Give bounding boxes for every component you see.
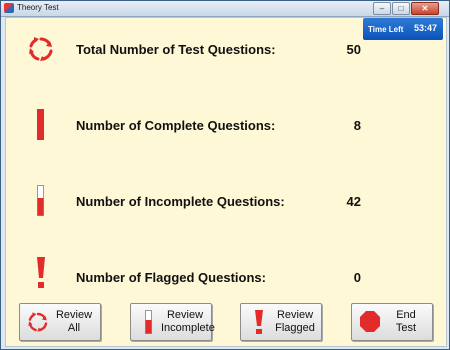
stat-row-incomplete: Number of Incomplete Questions: 42 (6, 184, 446, 218)
end-test-label: End Test (382, 309, 430, 335)
time-left-value: 53:47 (413, 23, 437, 33)
review-incomplete-button[interactable]: Review Incomplete (130, 303, 215, 341)
stat-label-incomplete: Number of Incomplete Questions: (76, 194, 285, 209)
refresh-icon (26, 34, 56, 64)
button-label-line2: Incomplete (161, 322, 215, 334)
maximize-button[interactable]: □ (392, 2, 410, 15)
button-label-line2: All (67, 322, 81, 334)
review-all-button[interactable]: Review All (19, 303, 101, 341)
review-flagged-button[interactable]: Review Flagged (240, 303, 322, 341)
minimize-button[interactable]: – (373, 2, 391, 15)
complete-bar-icon (26, 108, 56, 142)
stat-value-incomplete: 42 (346, 194, 361, 209)
end-test-button[interactable]: End Test (351, 303, 433, 341)
time-left-label: Time Left (368, 25, 404, 34)
button-label-line1: Review (276, 309, 314, 321)
button-label-line1: End (396, 309, 416, 321)
exclamation-icon (247, 309, 271, 335)
stop-octagon-icon (358, 309, 382, 335)
review-all-label: Review All (50, 309, 98, 335)
stat-value-complete: 8 (353, 118, 361, 133)
app-window: Theory Test – □ ✕ Time Left 53:47 Total … (0, 0, 450, 350)
title-bar: Theory Test – □ ✕ (1, 1, 449, 17)
close-button[interactable]: ✕ (411, 2, 439, 15)
button-label-line1: Review (55, 309, 93, 321)
review-flagged-label: Review Flagged (271, 309, 319, 335)
refresh-icon (26, 309, 50, 335)
button-label-line2: Flagged (275, 322, 315, 334)
exclamation-icon (26, 256, 56, 290)
stat-row-flagged: Number of Flagged Questions: 0 (6, 256, 446, 290)
incomplete-bar-icon (137, 309, 161, 335)
incomplete-bar-icon (26, 184, 56, 218)
button-label-line1: Review (166, 309, 204, 321)
stat-row-total: Total Number of Test Questions: 50 (6, 34, 446, 64)
summary-panel: Time Left 53:47 Total Number of Test Que… (5, 17, 447, 347)
stat-value-flagged: 0 (353, 270, 361, 285)
app-logo-icon (4, 3, 14, 13)
stat-label-flagged: Number of Flagged Questions: (76, 270, 266, 285)
stat-row-complete: Number of Complete Questions: 8 (6, 108, 446, 142)
stat-label-total: Total Number of Test Questions: (76, 42, 276, 57)
button-label-line2: Test (395, 322, 417, 334)
review-incomplete-label: Review Incomplete (161, 309, 215, 335)
stat-value-total: 50 (346, 42, 361, 57)
window-title: Theory Test (17, 3, 59, 12)
stat-label-complete: Number of Complete Questions: (76, 118, 276, 133)
